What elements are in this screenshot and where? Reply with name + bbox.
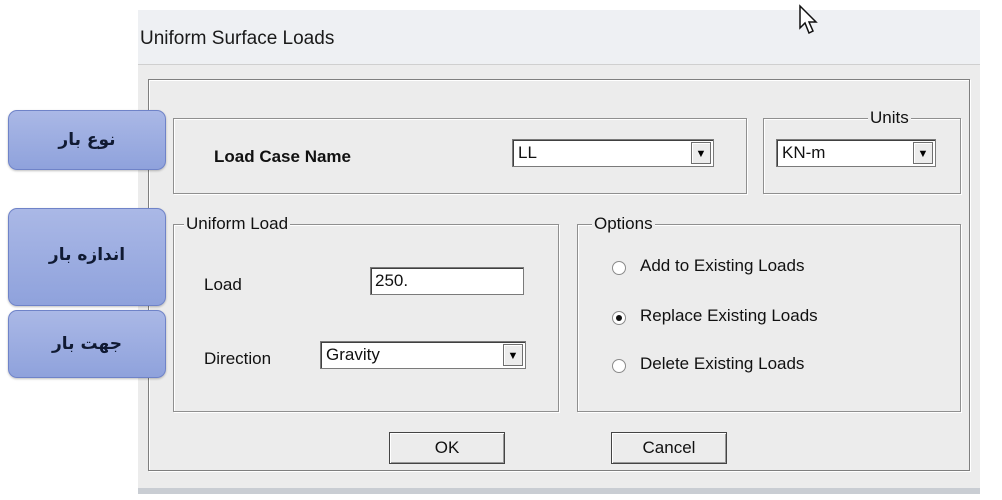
load-label: Load	[204, 275, 242, 294]
chevron-down-icon[interactable]: ▼	[503, 344, 523, 366]
uniform-surface-loads-dialog: Uniform Surface Loads Load Case Name LL …	[138, 4, 980, 492]
delete-existing-radio[interactable]	[612, 359, 626, 373]
dialog-title: Uniform Surface Loads	[140, 28, 335, 49]
load-case-group: Load Case Name LL ▼	[173, 118, 747, 194]
ok-button[interactable]: OK	[389, 432, 505, 464]
load-value: 250.	[375, 271, 409, 290]
options-legend: Options	[592, 214, 655, 234]
radio-selected-dot	[616, 315, 622, 321]
dialog-frame: Load Case Name LL ▼ Units KN-m ▼ Uniform…	[148, 79, 970, 471]
annotation-load-direction: جهت بار	[8, 310, 166, 378]
delete-existing-label[interactable]: Delete Existing Loads	[640, 354, 804, 374]
mouse-cursor-icon	[799, 4, 818, 35]
units-legend: Units	[868, 108, 911, 128]
options-group: Options Add to Existing Loads Replace Ex…	[577, 214, 961, 412]
direction-value: Gravity	[326, 345, 380, 364]
annotation-load-magnitude: اندازه بار	[8, 208, 166, 306]
add-to-existing-label[interactable]: Add to Existing Loads	[640, 256, 804, 276]
load-input[interactable]: 250.	[370, 267, 524, 295]
load-case-value: LL	[518, 143, 537, 162]
load-case-name-label: Load Case Name	[214, 147, 351, 166]
add-to-existing-radio[interactable]	[612, 261, 626, 275]
dialog-body: Load Case Name LL ▼ Units KN-m ▼ Uniform…	[138, 64, 980, 485]
load-case-select[interactable]: LL ▼	[512, 139, 714, 167]
annotation-load-type: نوع بار	[8, 110, 166, 170]
title-bar[interactable]: Uniform Surface Loads	[138, 4, 980, 64]
direction-select[interactable]: Gravity ▼	[320, 341, 526, 369]
cancel-button[interactable]: Cancel	[611, 432, 727, 464]
window-bottom-edge	[138, 488, 980, 494]
units-value: KN-m	[782, 143, 826, 162]
units-select[interactable]: KN-m ▼	[776, 139, 936, 167]
uniform-load-legend: Uniform Load	[184, 214, 291, 234]
chevron-down-icon[interactable]: ▼	[691, 142, 711, 164]
replace-existing-radio[interactable]	[612, 311, 626, 325]
chevron-down-icon[interactable]: ▼	[913, 142, 933, 164]
units-group: Units KN-m ▼	[763, 108, 961, 194]
uniform-load-group: Uniform Load Load 250. Direction Gravity…	[173, 214, 559, 412]
replace-existing-label[interactable]: Replace Existing Loads	[640, 306, 818, 326]
direction-label: Direction	[204, 349, 272, 368]
